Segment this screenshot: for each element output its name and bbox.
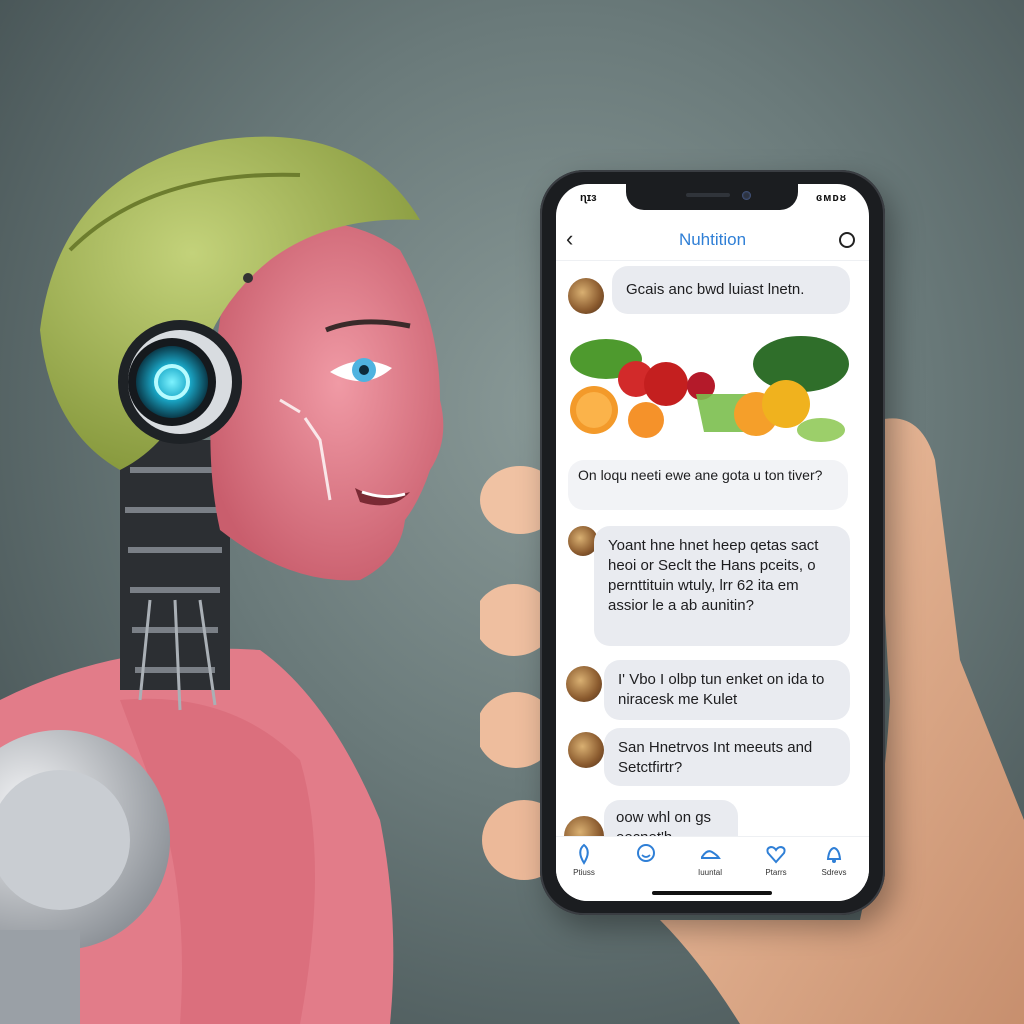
tab-item[interactable]: Iuuntal — [684, 843, 736, 877]
status-icons: ɞᴍᴅᴕ — [816, 192, 847, 204]
speaker — [686, 193, 730, 197]
options-icon[interactable] — [839, 232, 855, 248]
shoe-icon — [701, 850, 721, 859]
avatar — [568, 732, 604, 768]
phone-screen: ɳɪɜ ɞᴍᴅᴕ ‹ Nuhtition Gcais anc bwd luias… — [556, 184, 869, 901]
tab-item[interactable]: Ptarrs — [750, 843, 802, 877]
robot-illustration — [0, 136, 444, 1024]
app-header: ‹ Nuhtition — [556, 220, 869, 261]
food-photo — [570, 336, 849, 442]
avatar — [568, 278, 604, 314]
tab-label: Ptiuss — [573, 868, 595, 877]
chat-bubble: I' Vbo I olbp tun enket on ida to nirace… — [604, 660, 850, 720]
tab-label: Iuuntal — [697, 868, 723, 877]
status-time: ɳɪɜ — [580, 192, 597, 204]
pin-icon — [579, 843, 589, 865]
chat-thread[interactable]: Gcais anc bwd luiast lnetn. On loqu neet… — [556, 264, 869, 856]
tab-label: Sdrevs — [821, 868, 847, 877]
chat-bubble: Gcais anc bwd luiast lnetn. — [612, 266, 850, 314]
tab-bar: Ptiuss Iuuntal Ptarrs Sdrevs — [556, 836, 869, 901]
heart-icon — [766, 845, 786, 864]
smartphone: ɳɪɜ ɞᴍᴅᴕ ‹ Nuhtition Gcais anc bwd luias… — [540, 170, 885, 915]
tab-item[interactable]: Sdrevs — [808, 843, 860, 877]
tab-item[interactable]: Ptiuss — [558, 843, 610, 877]
avatar — [566, 666, 602, 702]
chat-bubble: On loqu neeti ewe ane gota u ton tiver? — [568, 460, 848, 510]
home-indicator[interactable] — [652, 891, 772, 895]
camera — [742, 191, 751, 200]
tab-label: Ptarrs — [765, 868, 787, 877]
page-title: Nuhtition — [678, 230, 747, 249]
tab-item[interactable] — [620, 843, 672, 868]
face-icon — [637, 844, 655, 862]
scene: ɳɪɜ ɞᴍᴅᴕ ‹ Nuhtition Gcais anc bwd luias… — [0, 0, 1024, 1024]
notch — [626, 184, 798, 210]
chat-bubble: San Hnetrvos Int meeuts and Setctfirtr? — [604, 728, 850, 786]
bell-icon — [826, 846, 842, 863]
chat-bubble: Yoant hne hnet heep qetas sact heoi or S… — [594, 526, 850, 646]
